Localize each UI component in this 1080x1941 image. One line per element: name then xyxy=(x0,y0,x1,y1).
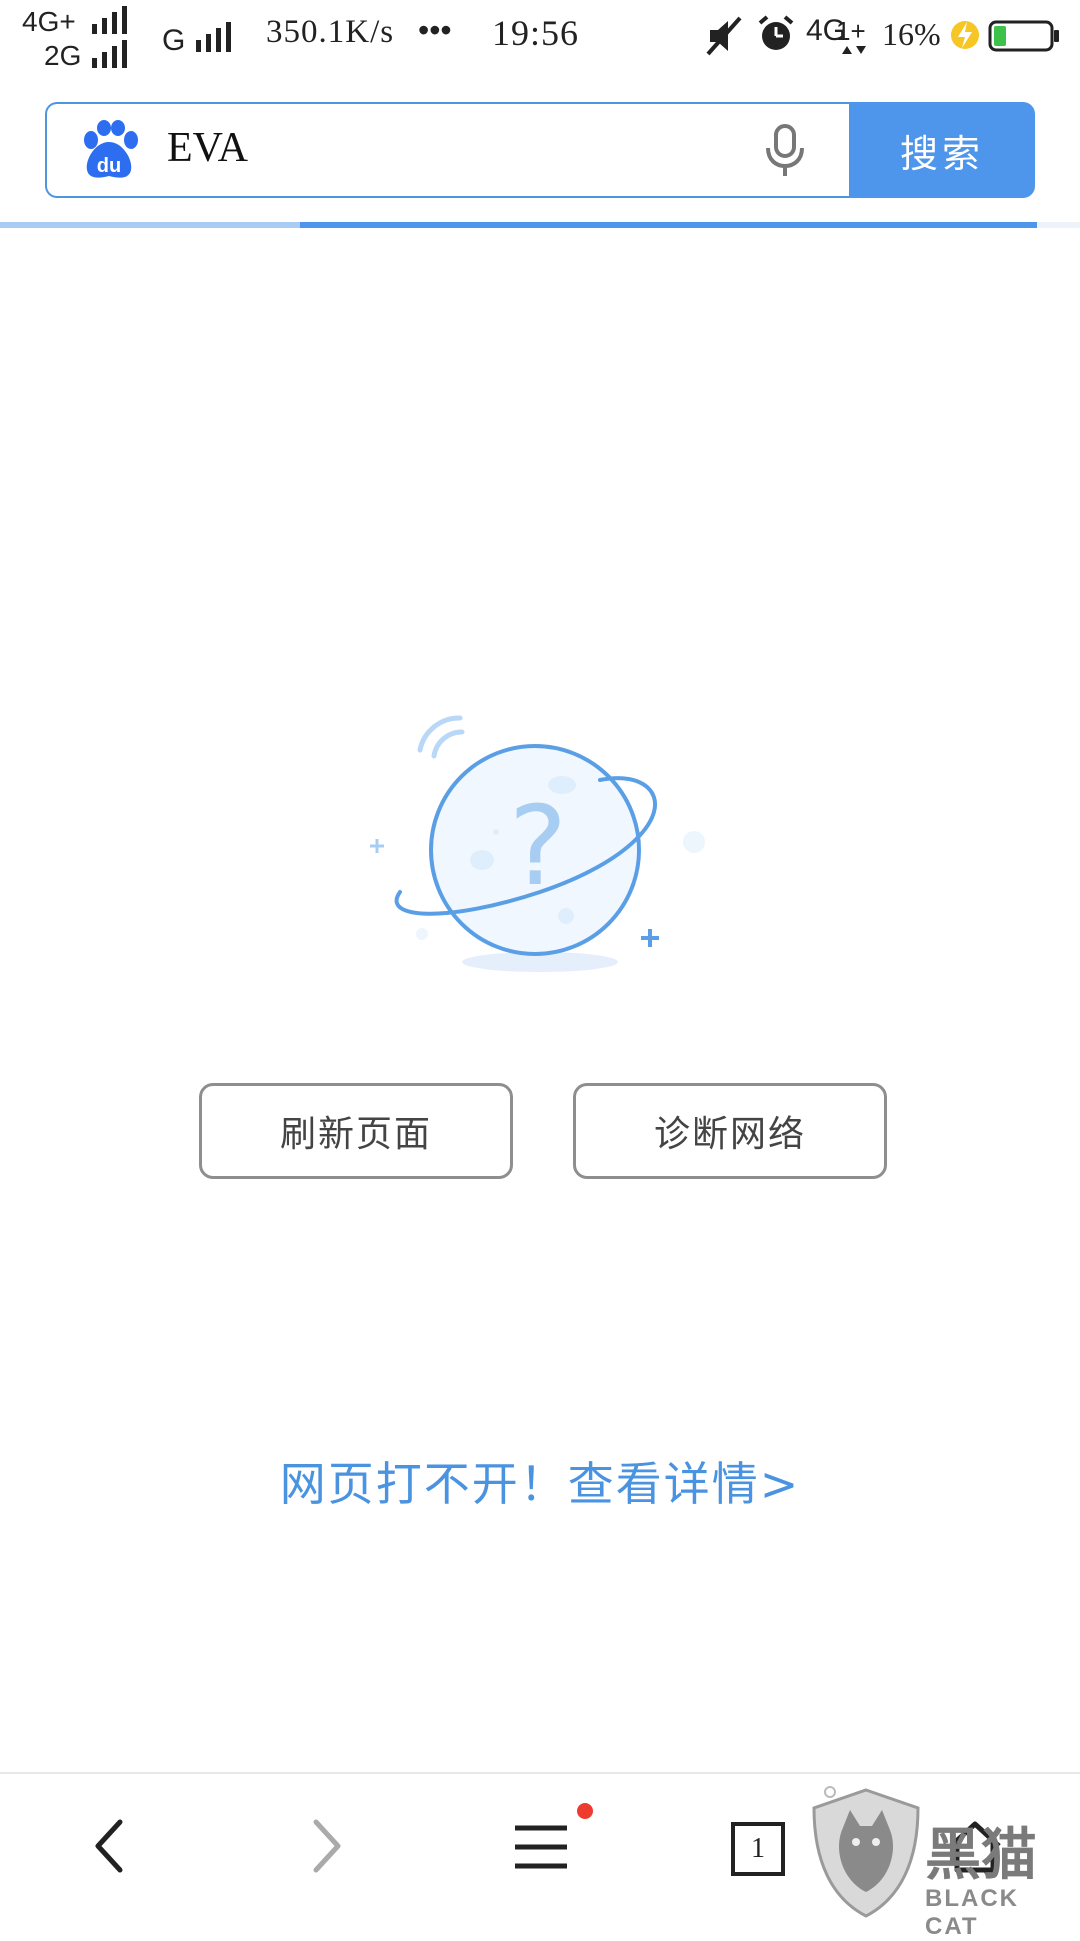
signal-strength-icon xyxy=(196,22,231,52)
network-type-primary: 4G+ xyxy=(22,6,76,37)
clock: 19:56 xyxy=(492,13,580,53)
diagnose-network-button[interactable]: 诊断网络 xyxy=(573,1083,887,1179)
watermark-text: 黑猫 xyxy=(925,1823,1037,1888)
bottom-nav-divider xyxy=(0,1772,1080,1774)
alarm-icon xyxy=(758,15,794,50)
tabs-icon[interactable]: 1 xyxy=(731,1822,785,1876)
network-type-g: G xyxy=(162,24,186,57)
back-icon[interactable] xyxy=(90,1818,130,1874)
network-type-secondary: 2G xyxy=(44,40,82,71)
search-input[interactable]: du EVA xyxy=(45,102,851,198)
more-notifications-icon: ••• xyxy=(418,12,452,48)
planet-question-icon: ? xyxy=(370,715,705,972)
view-details-link[interactable]: 网页打不开！查看详情> xyxy=(0,1448,1080,1514)
charging-icon xyxy=(951,21,979,49)
data-activity-icon: 1+ xyxy=(836,16,866,54)
battery-percent: 16% xyxy=(882,16,941,52)
search-button[interactable]: 搜索 xyxy=(849,102,1035,198)
mute-icon xyxy=(706,16,742,56)
forward-icon[interactable] xyxy=(306,1818,346,1874)
search-query: EVA xyxy=(167,125,248,171)
watermark-subtext: BLACK CAT xyxy=(925,1885,1019,1940)
logo-text: du xyxy=(97,155,121,177)
svg-text:1+: 1+ xyxy=(836,16,866,46)
menu-notification-dot xyxy=(577,1803,593,1819)
page-load-progress-fill xyxy=(0,222,300,228)
battery-icon xyxy=(988,20,1059,52)
baidu-paw-logo[interactable]: du xyxy=(77,120,141,182)
refresh-page-button[interactable]: 刷新页面 xyxy=(199,1083,513,1179)
search-bar: du EVA 搜索 xyxy=(45,102,1035,198)
status-bar: 4G+ 2G G 350.1K/s ••• 19:56 4G 1+ 16% xyxy=(0,0,1080,71)
network-speed: 350.1K/s xyxy=(266,14,395,50)
page-load-progress-fill xyxy=(300,222,1037,228)
signal-strength-icon xyxy=(92,6,127,34)
mic-icon[interactable] xyxy=(762,124,808,178)
signal-strength-icon xyxy=(92,40,127,68)
black-cat-watermark-logo xyxy=(812,1786,920,1918)
menu-icon[interactable] xyxy=(513,1822,569,1872)
